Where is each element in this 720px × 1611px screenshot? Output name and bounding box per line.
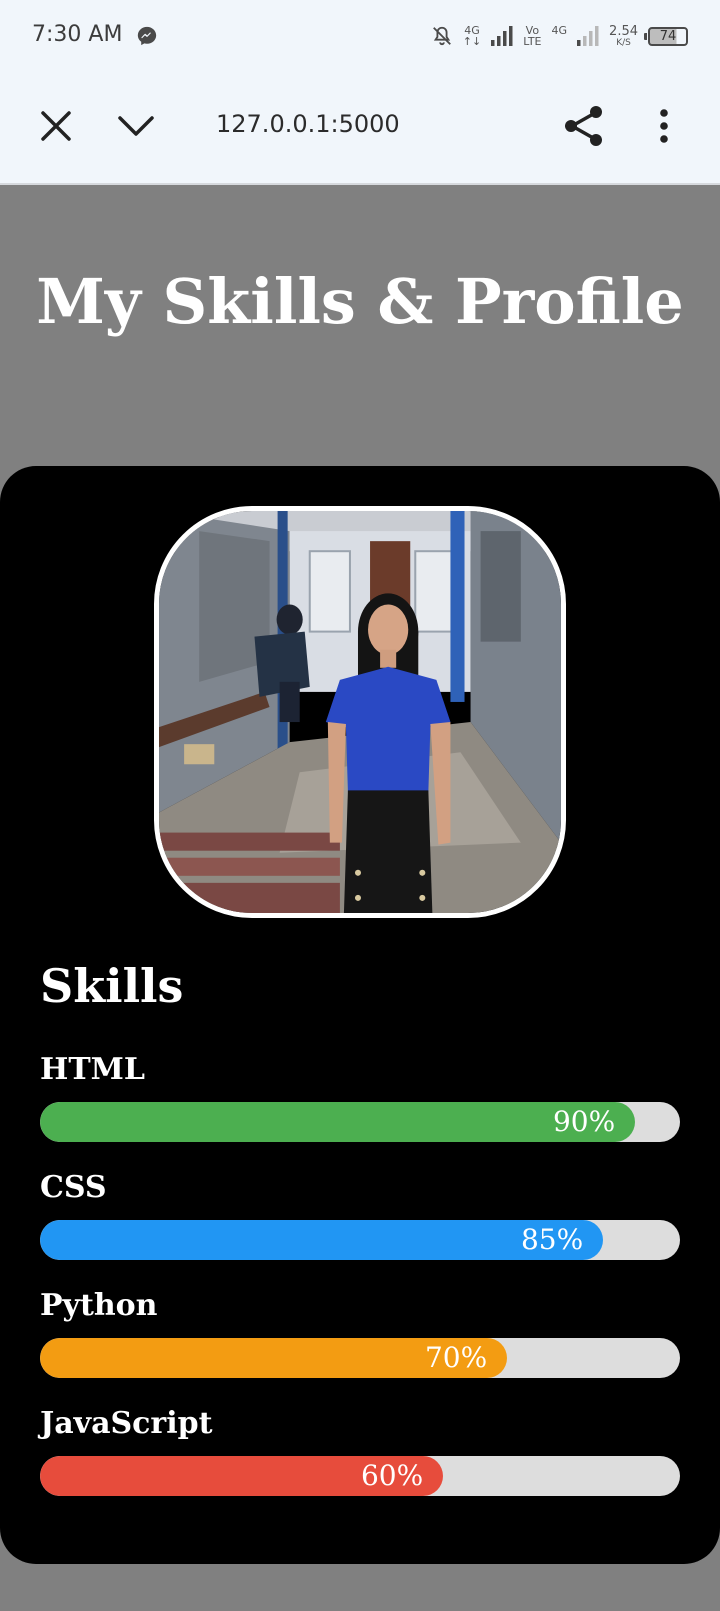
share-icon[interactable] bbox=[562, 104, 606, 148]
skill-progress-fill: 85% bbox=[40, 1220, 604, 1260]
skill-percent: 70% bbox=[424, 1341, 488, 1374]
status-icons: 4G ↑↓ Vo LTE 4G 2.54 K/S 74 bbox=[431, 20, 688, 52]
skill-css: CSS 85% bbox=[40, 1170, 680, 1260]
profile-photo bbox=[159, 511, 561, 913]
skill-percent: 60% bbox=[360, 1459, 424, 1492]
close-icon[interactable] bbox=[38, 108, 74, 144]
skill-progress-fill: 90% bbox=[40, 1102, 636, 1142]
volte-label: Vo LTE bbox=[523, 24, 542, 48]
chevron-down-icon[interactable] bbox=[116, 112, 156, 140]
skill-progress-fill: 70% bbox=[40, 1338, 508, 1378]
skill-progress-fill: 60% bbox=[40, 1456, 444, 1496]
url-field[interactable]: 127.0.0.1:5000 bbox=[216, 110, 400, 138]
browser-toolbar: 127.0.0.1:5000 bbox=[0, 72, 720, 185]
skill-percent: 85% bbox=[520, 1223, 584, 1256]
more-vertical-icon[interactable] bbox=[652, 108, 676, 144]
battery-indicator: 74 bbox=[644, 26, 688, 46]
skill-name: JavaScript bbox=[40, 1406, 213, 1441]
skill-javascript: JavaScript 60% bbox=[40, 1406, 680, 1496]
skill-python: Python 70% bbox=[40, 1288, 680, 1378]
battery-level: 74 bbox=[659, 28, 677, 44]
signal-weak-icon bbox=[577, 26, 599, 46]
network-4g-label-2: 4G bbox=[551, 24, 568, 37]
skill-progress-track: 70% bbox=[40, 1338, 680, 1378]
skill-html: HTML 90% bbox=[40, 1052, 680, 1142]
skill-progress-track: 60% bbox=[40, 1456, 680, 1496]
bell-off-icon bbox=[432, 26, 451, 46]
skill-name: HTML bbox=[40, 1052, 145, 1087]
status-time: 7:30 AM bbox=[32, 22, 123, 47]
messenger-icon bbox=[137, 26, 157, 46]
signal-full-icon bbox=[491, 26, 513, 46]
skill-progress-track: 85% bbox=[40, 1220, 680, 1260]
network-speed: 2.54 K/S bbox=[609, 23, 638, 48]
network-4g-label: 4G ↑↓ bbox=[462, 24, 482, 48]
skill-percent: 90% bbox=[552, 1105, 616, 1138]
skill-progress-track: 90% bbox=[40, 1102, 680, 1142]
skill-name: CSS bbox=[40, 1170, 107, 1205]
page-title: My Skills & Profile bbox=[36, 265, 684, 338]
skills-heading: Skills bbox=[40, 959, 184, 1013]
profile-card: Skills HTML 90% CSS 85% Python 70% JavaS… bbox=[0, 466, 720, 1564]
status-bar: 7:30 AM 4G ↑↓ Vo LTE 4G 2.54 K/S 74 bbox=[0, 0, 720, 72]
skill-name: Python bbox=[40, 1288, 158, 1323]
profile-photo-frame bbox=[154, 506, 566, 918]
